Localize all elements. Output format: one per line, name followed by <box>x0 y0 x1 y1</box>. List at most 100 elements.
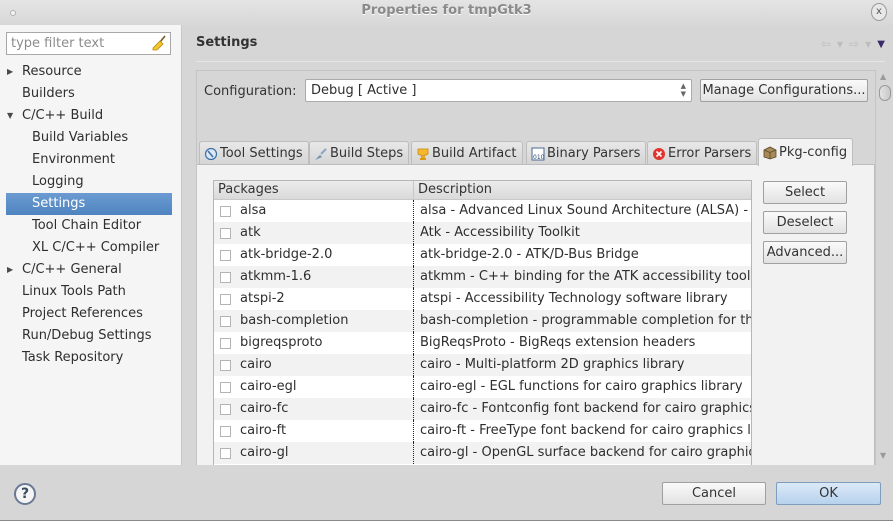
package-cell: cairo-egl <box>214 376 414 398</box>
column-header-packages[interactable]: Packages <box>214 181 414 199</box>
deselect-button[interactable]: Deselect <box>763 211 847 234</box>
manage-configurations-button[interactable]: Manage Configurations... <box>700 79 868 102</box>
table-row[interactable]: bash-completion bash-completion - program… <box>214 310 751 332</box>
package-cell: atspi-2 <box>214 288 414 310</box>
package-cell: bash-completion <box>214 310 414 332</box>
package-checkbox[interactable] <box>220 205 231 217</box>
forward-arrow-icon[interactable]: ⇨ <box>849 37 859 51</box>
package-checkbox[interactable] <box>220 293 231 305</box>
sidebar-item-c-c-general[interactable]: ▶ C/C++ General <box>0 259 182 281</box>
tab-build-artifact[interactable]: Build Artifact <box>411 141 523 165</box>
sidebar-item-label: Settings <box>32 196 86 211</box>
tab-binary-parsers[interactable]: 010 Binary Parsers <box>526 141 647 165</box>
column-header-description[interactable]: Description <box>414 181 751 199</box>
table-row[interactable]: cairo-ft cairo-ft - FreeType font backend… <box>214 420 751 442</box>
configuration-select[interactable]: Debug [ Active ] ▲ ▼ <box>305 79 692 102</box>
page-navigation: ⇦ ▼ ⇨ ▼ ▼ <box>821 37 885 51</box>
table-row[interactable]: atspi-2 atspi - Accessibility Technology … <box>214 288 751 310</box>
scrollbar-thumb[interactable] <box>879 85 891 101</box>
sidebar-item-label: Task Repository <box>22 350 124 365</box>
package-checkbox[interactable] <box>220 315 231 327</box>
scroll-down-icon[interactable]: ▼ <box>880 451 886 460</box>
close-window-button[interactable]: x <box>871 3 887 21</box>
table-row[interactable]: atk-bridge-2.0 atk-bridge-2.0 - ATK/D-Bus… <box>214 244 751 266</box>
package-checkbox[interactable] <box>220 447 231 459</box>
view-menu-icon[interactable]: ▼ <box>877 39 885 50</box>
sidebar-item-project-references[interactable]: Project References <box>0 303 182 325</box>
package-checkbox[interactable] <box>220 425 231 437</box>
sidebar-item-environment[interactable]: Environment <box>0 149 182 171</box>
package-checkbox[interactable] <box>220 359 231 371</box>
package-description: cairo-egl - EGL functions for cairo grap… <box>420 379 743 394</box>
table-row[interactable]: cairo-gl cairo-gl - OpenGL surface backen… <box>214 442 751 464</box>
sidebar-item-tool-chain-editor[interactable]: Tool Chain Editor <box>0 215 182 237</box>
tab-tool-settings[interactable]: Tool Settings <box>199 141 309 165</box>
help-icon[interactable]: ? <box>14 483 36 505</box>
sidebar-item-builders[interactable]: Builders <box>0 83 182 105</box>
ok-button[interactable]: OK <box>776 482 881 505</box>
expanded-arrow-icon[interactable]: ▼ <box>7 105 13 127</box>
package-description: bash-completion - programmable completio… <box>420 313 751 328</box>
filter-field[interactable] <box>6 32 171 55</box>
header-separator <box>196 61 885 62</box>
package-checkbox[interactable] <box>220 403 231 415</box>
sidebar-item-label: C/C++ Build <box>22 108 104 123</box>
table-row[interactable]: atk Atk - Accessibility Toolkit <box>214 222 751 244</box>
table-row[interactable]: bigreqsproto BigReqsProto - BigReqs exten… <box>214 332 751 354</box>
package-checkbox[interactable] <box>220 249 231 261</box>
package-description: atkmm - C++ binding for the ATK accessib… <box>420 269 751 284</box>
table-row[interactable]: atkmm-1.6 atkmm - C++ binding for the ATK… <box>214 266 751 288</box>
sidebar-item-c-c-build[interactable]: ▼ C/C++ Build <box>0 105 182 127</box>
package-description: cairo-fc - Fontconfig font backend for c… <box>420 401 751 416</box>
sidebar-item-label: Run/Debug Settings <box>22 328 152 343</box>
advanced-button[interactable]: Advanced... <box>763 241 847 264</box>
sidebar-item-label: Logging <box>32 174 84 189</box>
sidebar-item-settings[interactable]: Settings <box>6 193 172 215</box>
sidebar-item-label: Tool Chain Editor <box>32 218 142 233</box>
package-checkbox[interactable] <box>220 271 231 283</box>
pkg-config-icon <box>763 146 777 159</box>
sidebar-item-xl-c-c-compiler[interactable]: XL C/C++ Compiler <box>0 237 182 259</box>
sidebar-item-label: Build Variables <box>32 130 129 145</box>
collapsed-arrow-icon[interactable]: ▶ <box>7 61 13 83</box>
forward-history-dropdown-icon[interactable]: ▼ <box>865 40 871 49</box>
clear-filter-icon[interactable] <box>151 35 167 51</box>
package-checkbox[interactable] <box>220 227 231 239</box>
sidebar-item-task-repository[interactable]: Task Repository <box>0 347 182 369</box>
package-name: atspi-2 <box>240 291 285 306</box>
vertical-scrollbar[interactable]: ▲ ▼ <box>878 70 892 462</box>
sidebar-item-logging[interactable]: Logging <box>0 171 182 193</box>
tab-pkg-config[interactable]: Pkg-config <box>758 138 854 166</box>
table-row[interactable]: cairo-egl cairo-egl - EGL functions for c… <box>214 376 751 398</box>
collapsed-arrow-icon[interactable]: ▶ <box>7 259 13 281</box>
sidebar-item-label: XL C/C++ Compiler <box>32 240 160 255</box>
tab-build-steps[interactable]: Build Steps <box>309 141 410 165</box>
table-row[interactable]: cairo cairo - Multi-platform 2D graphics … <box>214 354 751 376</box>
package-cell: atk <box>214 222 414 244</box>
sidebar-item-label: Builders <box>22 86 75 101</box>
sidebar-item-linux-tools-path[interactable]: Linux Tools Path <box>0 281 182 303</box>
sidebar-item-resource[interactable]: ▶ Resource <box>0 61 182 83</box>
cancel-button[interactable]: Cancel <box>662 482 766 505</box>
back-arrow-icon[interactable]: ⇦ <box>821 37 831 51</box>
sidebar-item-run-debug-settings[interactable]: Run/Debug Settings <box>0 325 182 347</box>
package-name: cairo-fc <box>240 401 289 416</box>
table-row[interactable]: cairo-fc cairo-fc - Fontconfig font backe… <box>214 398 751 420</box>
package-cell: atkmm-1.6 <box>214 266 414 288</box>
filter-input[interactable] <box>7 33 145 54</box>
table-row[interactable]: alsa alsa - Advanced Linux Sound Architec… <box>214 200 751 222</box>
sidebar-item-build-variables[interactable]: Build Variables <box>0 127 182 149</box>
back-history-dropdown-icon[interactable]: ▼ <box>837 40 843 49</box>
package-name: atkmm-1.6 <box>240 269 312 284</box>
select-button[interactable]: Select <box>763 181 847 204</box>
pkg-config-tab-content: Packages Description alsa alsa - Advanced… <box>197 164 875 467</box>
tab-error-parsers[interactable]: Error Parsers <box>647 141 758 165</box>
package-checkbox[interactable] <box>220 381 231 393</box>
settings-panel: Configuration: Debug [ Active ] ▲ ▼ Manag… <box>196 70 876 467</box>
package-cell: alsa <box>214 200 414 222</box>
scroll-up-icon[interactable]: ▲ <box>880 72 886 81</box>
package-checkbox[interactable] <box>220 337 231 349</box>
main-panel: Settings ⇦ ▼ ⇨ ▼ ▼ Configuration: Debug … <box>183 25 893 467</box>
binary-parsers-icon: 010 <box>531 147 545 161</box>
package-cell: cairo-fc <box>214 398 414 420</box>
